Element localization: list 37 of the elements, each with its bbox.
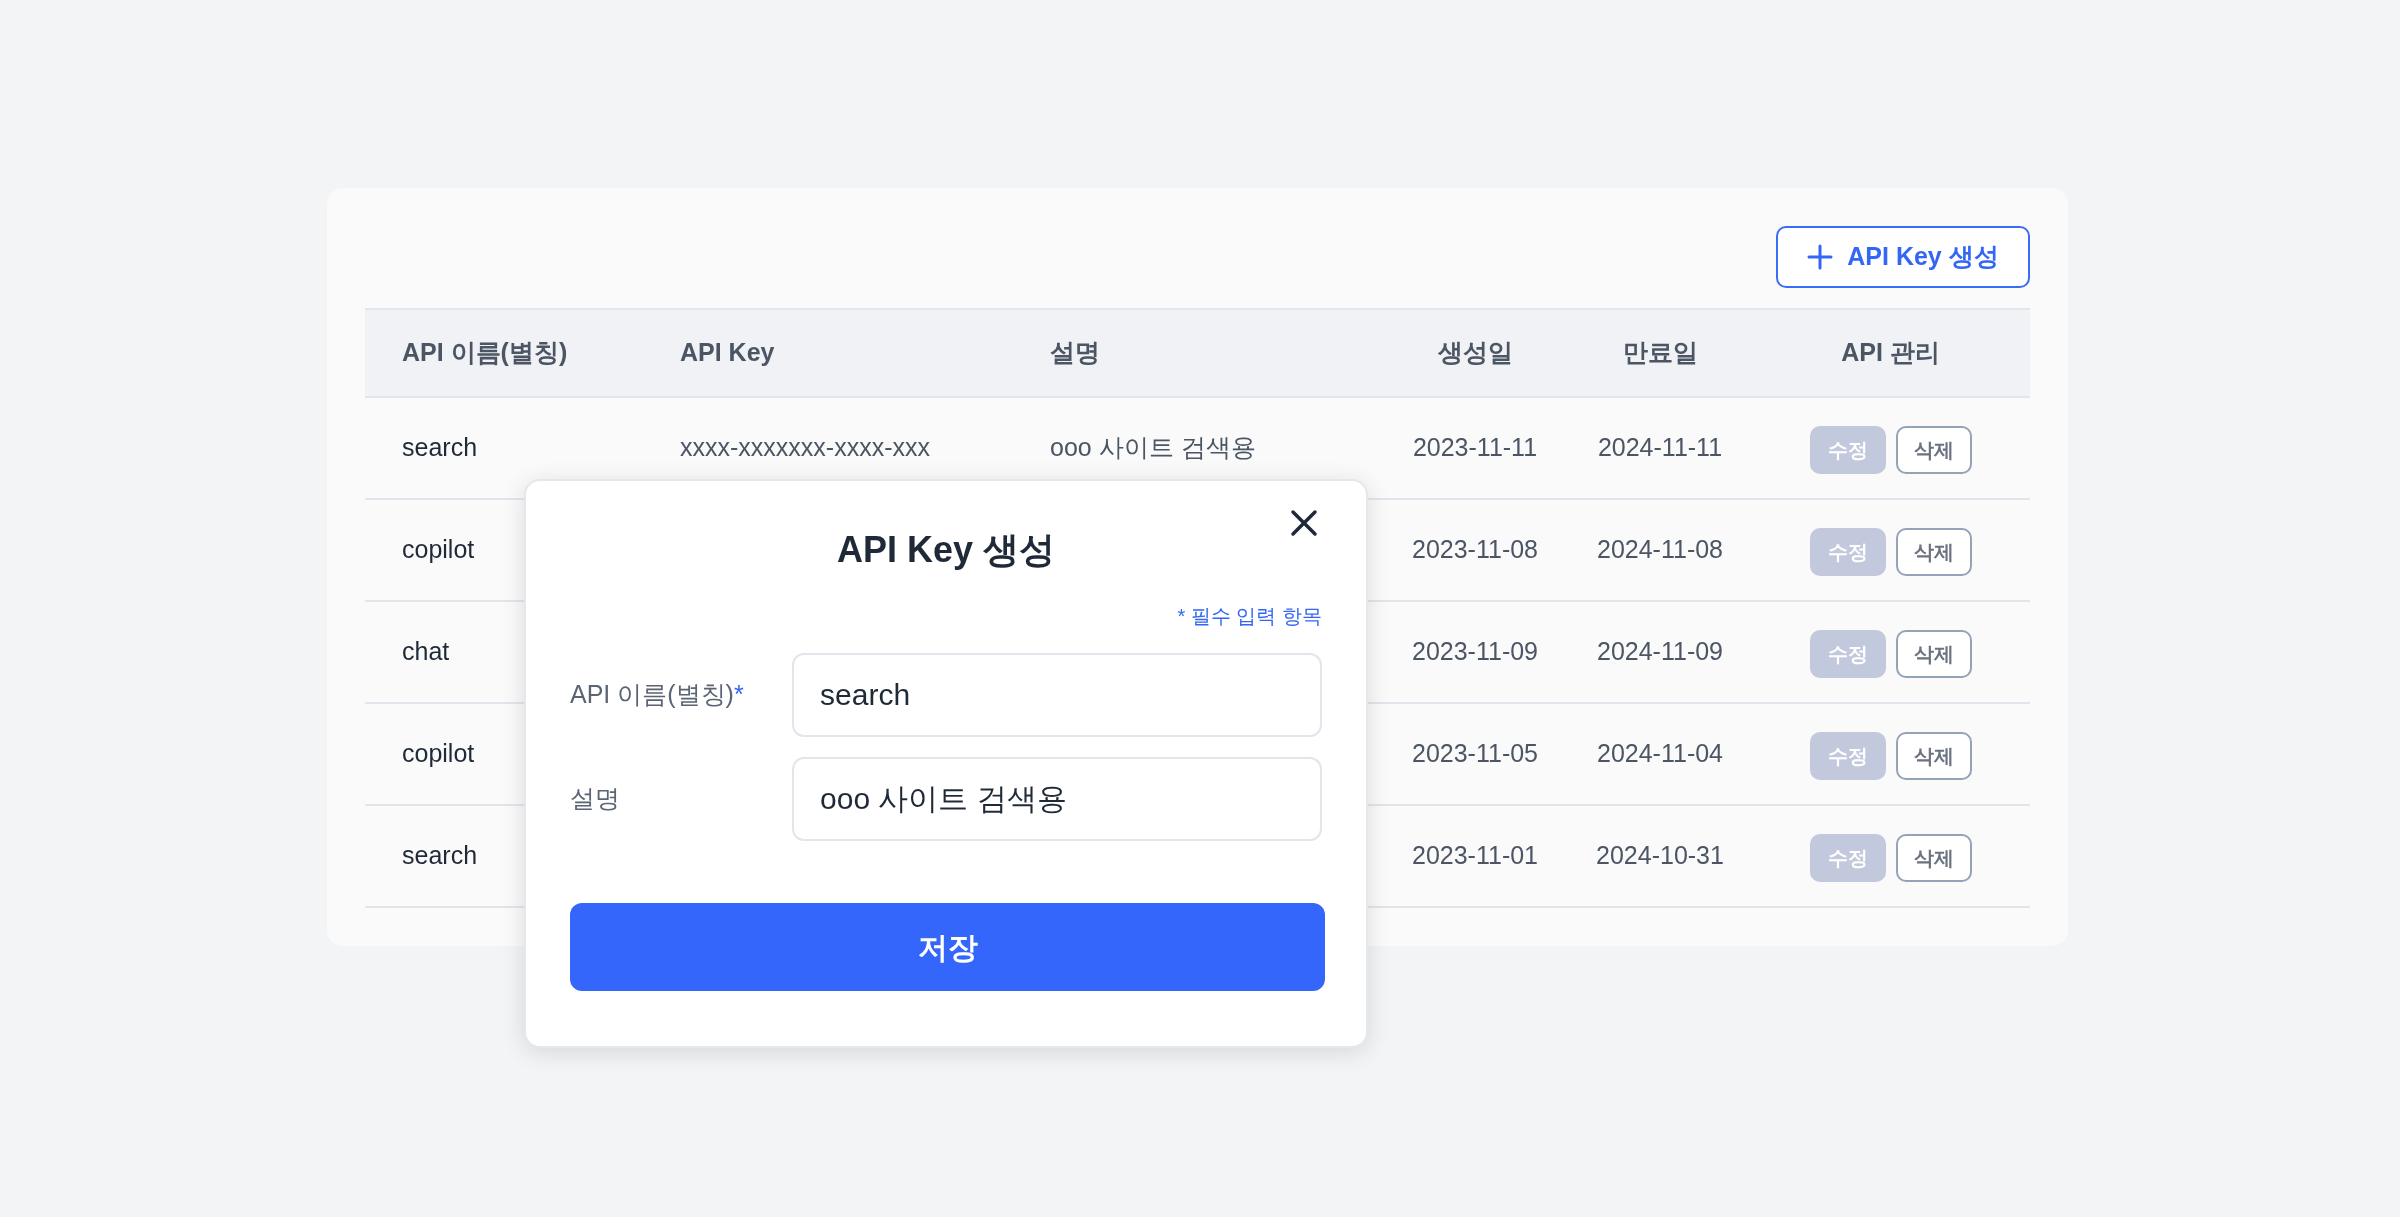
delete-button[interactable]: 삭제 [1895, 732, 1972, 780]
table-cell: search [402, 433, 478, 462]
table-cell: search [402, 841, 478, 870]
table-cell-text: 2024-10-31 [1596, 840, 1724, 872]
delete-button[interactable]: 삭제 [1895, 834, 1972, 882]
field-label: 설명 [570, 784, 620, 813]
column-header: 설명 [1050, 338, 1100, 367]
table-cell: chat [402, 637, 450, 666]
field-label: API 이름(별칭)* [570, 680, 744, 709]
delete-button[interactable]: 삭제 [1895, 426, 1972, 474]
table-cell-text: 2023-11-01 [1412, 840, 1538, 872]
dialog-title: API Key 생성 [836, 528, 1056, 572]
column-header: API 관리 [1841, 337, 1940, 369]
table-cell-text: 2024-11-11 [1597, 432, 1723, 464]
column-header: 생성일 [1437, 337, 1513, 369]
required-note: * 필수 입력 항목 [1177, 604, 1322, 629]
table-cell-text: 2023-11-09 [1412, 636, 1538, 668]
table-cell-text: 2024-11-09 [1597, 636, 1723, 668]
column-header: 만료일 [1622, 337, 1698, 369]
table-cell-text: 2023-11-11 [1412, 432, 1538, 464]
input-field[interactable]: search [792, 653, 1322, 737]
table-cell-text: 2023-11-08 [1412, 534, 1538, 566]
create-api-key-button[interactable]: API Key 생성 [1776, 226, 2030, 288]
table-cell: copilot [402, 535, 475, 564]
input-field[interactable]: ooo 사이트 검색용 [792, 757, 1322, 841]
delete-button[interactable]: 삭제 [1895, 630, 1972, 678]
table-cell: xxxx-xxxxxxx-xxxx-xxx [680, 433, 930, 462]
column-header: API Key [680, 338, 775, 367]
plus-icon [1807, 244, 1834, 270]
table-cell-text: 2023-11-05 [1412, 738, 1538, 770]
table-cell: copilot [402, 739, 475, 768]
table-cell: ooo 사이트 검색용 [1050, 433, 1256, 462]
table-cell-text: 2024-11-04 [1597, 738, 1723, 770]
table-cell-text: 2024-11-08 [1597, 534, 1723, 566]
save-button[interactable]: 저장 [570, 903, 1325, 991]
delete-button[interactable]: 삭제 [1895, 528, 1972, 576]
column-header: API 이름(별칭) [402, 338, 568, 367]
